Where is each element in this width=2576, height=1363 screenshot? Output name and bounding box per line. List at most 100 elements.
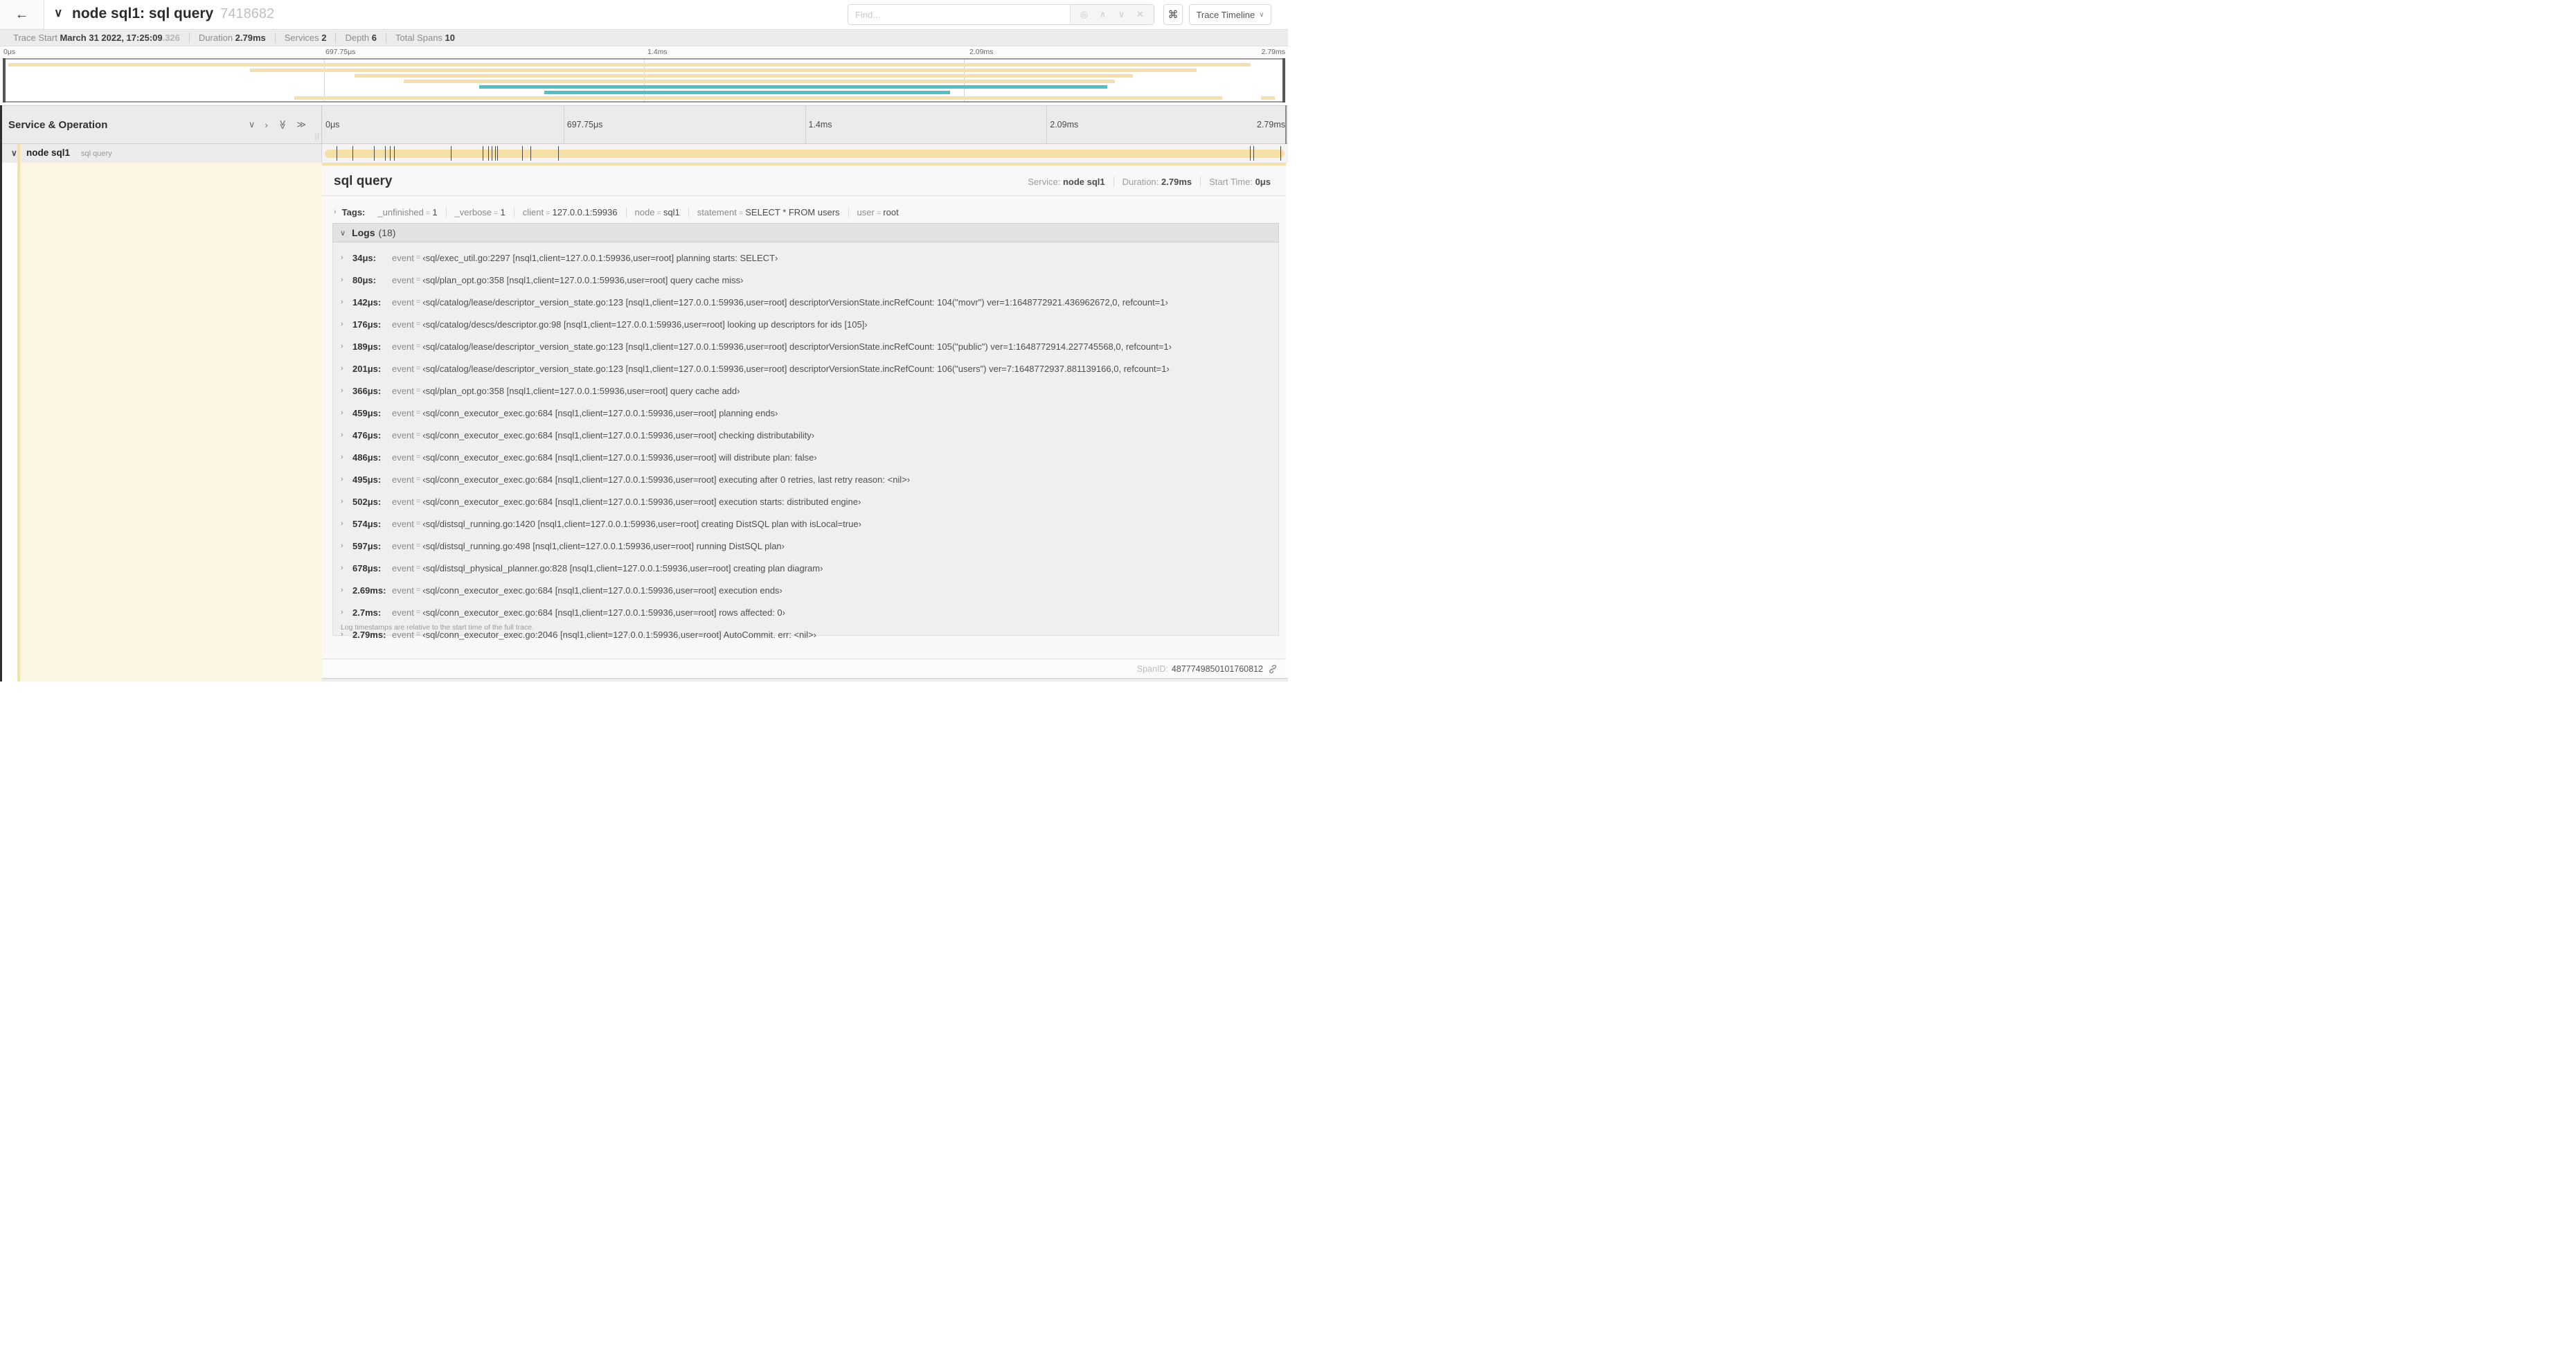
log-field-key: event [392,274,414,285]
tags-row[interactable]: › Tags: _unfinished = 1 _verbose = 1 client = 12… [334,202,1279,222]
span-id-label: SpanID: [1136,663,1168,674]
logs-header[interactable]: ∨ Logs (18) [332,223,1279,242]
link-icon[interactable] [1268,664,1278,674]
log-field-value: ‹sql/plan_opt.go:358 [nsql1,client=127.0… [422,274,744,285]
collapse-all-icon[interactable]: ≫ [277,120,288,130]
tag-item[interactable]: user = root [849,207,907,217]
chevron-right-icon: › [341,342,343,350]
log-field-key: event [392,252,414,263]
log-field-value: ‹sql/plan_opt.go:358 [nsql1,client=127.0… [422,385,740,396]
log-row[interactable]: › 189μs: event = ‹sql/catalog/lease/descript… [333,335,1278,357]
span-row: ∨ node sql1 sql query [0,144,1288,163]
log-field-value: ‹sql/catalog/lease/descriptor_version_st… [422,341,1172,352]
log-row[interactable]: › 80μs: event = ‹sql/plan_opt.go:358 [nsql1,… [333,269,1278,291]
trace-view-dropdown[interactable]: Trace Timeline ∨ [1189,4,1271,25]
log-row[interactable]: › 2.7ms: event = ‹sql/conn_executor_exec.go:… [333,601,1278,623]
log-field-key: event [392,319,414,330]
log-row[interactable]: › 476μs: event = ‹sql/conn_executor_exec.go:… [333,424,1278,446]
trace-stat: Total Spans 10 [386,33,464,43]
column-resize-handle[interactable]: || [315,133,320,141]
chevron-right-icon: › [341,253,343,262]
find-group: ◎ ∧ ∨ ✕ [848,4,1154,25]
minimap-left-handle[interactable] [3,58,6,103]
log-field-value: ‹sql/conn_executor_exec.go:684 [nsql1,cl… [422,474,911,485]
log-row[interactable]: › 34μs: event = ‹sql/exec_util.go:2297 [nsql… [333,247,1278,269]
trace-stat: Services 2 [274,33,336,43]
log-field-key: event [392,296,414,308]
log-field-key: event [392,429,414,440]
log-event-tick [557,146,559,161]
log-field-value: ‹sql/conn_executor_exec.go:684 [nsql1,cl… [422,407,778,418]
ruler-tick-label: 2.09ms [1050,120,1079,130]
span-collapse-icon[interactable]: ∨ [11,148,17,158]
ruler-tick-label: 697.75μs [566,120,603,130]
tags-label: Tags: [341,206,366,217]
expand-all-icon[interactable]: ≫ [296,119,306,130]
jaeger-trace-page: ← ∨ node sql1: sql query7418682 ◎ ∧ ∨ ✕ … [0,0,1288,682]
find-next-icon[interactable]: ∨ [1112,9,1131,20]
trace-collapse-icon[interactable]: ∨ [54,6,62,20]
log-field-value: ‹sql/distsql_physical_planner.go:828 [ns… [422,562,823,573]
collapse-one-icon[interactable]: ∨ [249,119,256,130]
expand-one-icon[interactable]: › [265,120,267,130]
back-button[interactable]: ← [0,0,44,29]
find-prev-icon[interactable]: ∧ [1093,9,1112,20]
log-timestamp: 476μs: [352,429,382,440]
log-row[interactable]: › 176μs: event = ‹sql/catalog/descs/descript… [333,313,1278,335]
log-row[interactable]: › 459μs: event = ‹sql/conn_executor_exec.go:… [333,402,1278,424]
ruler-tick-label: 0μs [3,48,16,56]
chevron-right-icon: › [341,386,343,395]
log-event-tick [385,146,386,161]
log-row[interactable]: › 2.69ms: event = ‹sql/conn_executor_exec.go… [333,579,1278,601]
service-operation-column-header: Service & Operation ∨ › ≫ ≫ || [0,106,322,143]
span-row-name-cell[interactable]: ∨ node sql1 sql query [0,144,322,163]
log-event-tick [1280,146,1282,161]
log-row[interactable]: › 574μs: event = ‹sql/distsql_running.go:142… [333,513,1278,535]
tag-item[interactable]: node = sql1 [627,206,689,217]
chevron-right-icon: › [341,608,343,616]
command-icon: ⌘ [1168,9,1179,21]
log-row[interactable]: › 597μs: event = ‹sql/distsql_running.go:498… [333,535,1278,557]
log-row[interactable]: › 495μs: event = ‹sql/conn_executor_exec.go:… [333,468,1278,490]
minimap-right-handle[interactable] [1282,58,1285,103]
log-row[interactable]: › 678μs: event = ‹sql/distsql_physical_plann… [333,557,1278,579]
log-timestamp: 574μs: [352,518,382,529]
find-input[interactable] [848,5,1070,24]
detail-row-accent-area [20,163,322,682]
span-duration-bar[interactable] [325,146,1285,161]
minimap-viewport[interactable] [3,58,1285,103]
keyboard-shortcuts-button[interactable]: ⌘ [1163,4,1183,25]
log-row[interactable]: › 502μs: event = ‹sql/conn_executor_exec.go:… [333,490,1278,513]
minimap-span-bar [1260,96,1276,100]
bottom-strip [322,678,1288,682]
timeline-header-row: Service & Operation ∨ › ≫ ≫ || 0μs 697.75… [0,105,1288,144]
log-row[interactable]: › 366μs: event = ‹sql/plan_opt.go:358 [nsql1… [333,380,1278,402]
tag-item[interactable]: statement = SELECT * FROM users [689,206,849,217]
tag-item[interactable]: _unfinished = 1 [369,206,447,217]
log-timestamp: 502μs: [352,496,382,507]
chevron-right-icon: › [341,453,343,461]
tag-item[interactable]: _verbose = 1 [447,206,515,217]
chevron-right-icon: › [341,276,343,284]
service-operation-title: Service & Operation [8,118,108,131]
tags-list: _unfinished = 1 _verbose = 1 client = 127.0.0.1:… [369,206,907,217]
log-field-key: event [392,540,414,551]
tag-item[interactable]: client = 127.0.0.1:59936 [515,206,627,217]
minimap-span-bar [355,74,1133,78]
ruler-tick-label: 697.75μs [325,48,356,56]
locate-icon[interactable]: ◎ [1075,9,1093,20]
log-field-value: ‹sql/distsql_running.go:498 [nsql1,clien… [422,540,785,551]
log-event-tick [530,146,531,161]
span-meta-item: Start Time: 0μs [1200,177,1279,187]
log-timestamp: 678μs: [352,562,382,573]
chevron-right-icon: › [341,542,343,550]
log-row[interactable]: › 486μs: event = ‹sql/conn_executor_exec.go:… [333,446,1278,468]
span-row-timeline-cell[interactable] [322,144,1288,163]
minimap-span-bar [478,85,1107,89]
log-row[interactable]: › 142μs: event = ‹sql/catalog/lease/descript… [333,291,1278,313]
find-clear-icon[interactable]: ✕ [1131,9,1150,20]
log-row[interactable]: › 201μs: event = ‹sql/catalog/lease/descript… [333,357,1278,380]
minimap-span-bar [8,63,1251,67]
span-meta-item: Duration: 2.79ms [1113,177,1200,187]
ruler-tick-label: 1.4ms [808,120,832,130]
